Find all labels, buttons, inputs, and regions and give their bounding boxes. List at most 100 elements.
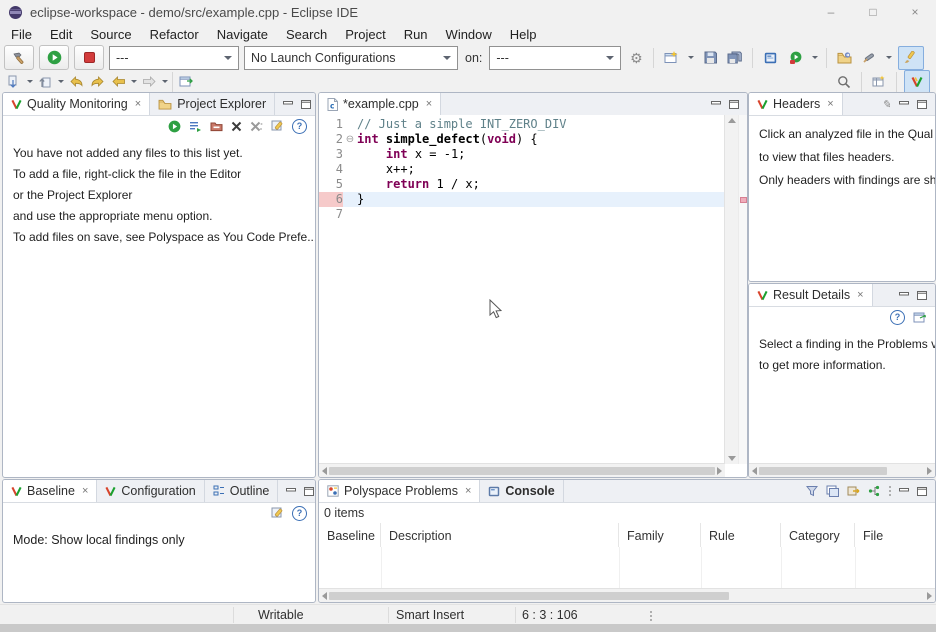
preferences-icon[interactable] xyxy=(271,507,284,519)
polyspace-perspective-button[interactable] xyxy=(904,70,930,94)
line-number[interactable]: 1 xyxy=(319,117,343,132)
code-editor[interactable]: 1// Just a simple INT_ZERO_DIV2⊖int simp… xyxy=(319,115,747,477)
window-close-button[interactable]: × xyxy=(894,0,936,24)
maximize-view-icon[interactable] xyxy=(729,100,739,109)
save-all-button[interactable] xyxy=(725,47,745,69)
editor-vertical-scrollbar[interactable] xyxy=(724,115,739,464)
tree-mode-icon[interactable] xyxy=(868,485,881,497)
pin-editor-button[interactable] xyxy=(176,71,196,93)
line-number[interactable]: 6 xyxy=(319,192,343,207)
scroll-up-icon[interactable] xyxy=(728,118,736,123)
scrollbar-thumb[interactable] xyxy=(759,467,887,475)
maximize-view-icon[interactable] xyxy=(304,487,314,496)
forward-button[interactable] xyxy=(139,71,159,93)
menu-window[interactable]: Window xyxy=(437,27,501,42)
launch-settings-button[interactable]: ⚙ xyxy=(626,47,646,69)
statusbar-menu-icon[interactable] xyxy=(650,611,652,621)
launch-tool-dropdown[interactable] xyxy=(884,47,893,69)
code-line[interactable]: 2⊖int simple_defect(void) { xyxy=(319,132,725,147)
maximize-view-icon[interactable] xyxy=(917,291,927,300)
menu-file[interactable]: File xyxy=(2,27,41,42)
line-number[interactable]: 2 xyxy=(319,132,343,147)
code-line[interactable]: 5 return 1 / x; xyxy=(319,177,725,192)
open-task-button[interactable] xyxy=(834,47,854,69)
scroll-right-icon[interactable] xyxy=(717,467,722,475)
prev-annotation-dropdown[interactable] xyxy=(56,71,65,93)
close-icon[interactable]: × xyxy=(82,485,88,497)
new-wizard-dropdown[interactable] xyxy=(686,47,695,69)
filter-icon[interactable] xyxy=(806,485,818,497)
column-description[interactable]: Description xyxy=(381,523,619,548)
next-annotation-dropdown[interactable] xyxy=(25,71,34,93)
column-rule[interactable]: Rule xyxy=(701,523,781,548)
help-icon[interactable]: ? xyxy=(292,119,307,134)
analysis-list-icon[interactable] xyxy=(189,120,202,132)
problems-table-body[interactable] xyxy=(319,547,935,589)
run-analysis-icon[interactable] xyxy=(168,120,181,133)
minimize-view-icon[interactable] xyxy=(283,100,293,109)
tab-quality-monitoring[interactable]: Quality Monitoring × xyxy=(3,93,150,115)
minimize-view-icon[interactable] xyxy=(899,291,909,300)
tab-example-cpp[interactable]: c *example.cpp × xyxy=(319,93,441,115)
close-icon[interactable]: × xyxy=(857,289,863,301)
minimize-view-icon[interactable] xyxy=(711,100,721,109)
launch-target-combo[interactable]: --- xyxy=(489,46,621,70)
tab-console[interactable]: Console xyxy=(480,480,563,502)
code-lines[interactable]: 1// Just a simple INT_ZERO_DIV2⊖int simp… xyxy=(319,115,725,464)
menu-search[interactable]: Search xyxy=(277,27,336,42)
launch-config-combo[interactable]: No Launch Configurations xyxy=(244,46,458,70)
stop-button[interactable] xyxy=(74,45,104,70)
column-family[interactable]: Family xyxy=(619,523,701,548)
scroll-right-icon[interactable] xyxy=(927,467,932,475)
code-line[interactable]: 4 x++; xyxy=(319,162,725,177)
help-icon[interactable]: ? xyxy=(292,506,307,521)
close-icon[interactable]: × xyxy=(426,98,432,110)
delete-icon[interactable] xyxy=(231,121,242,132)
menu-refactor[interactable]: Refactor xyxy=(141,27,208,42)
scroll-left-icon[interactable] xyxy=(322,592,327,600)
code-line[interactable]: 1// Just a simple INT_ZERO_DIV xyxy=(319,117,725,132)
scroll-left-icon[interactable] xyxy=(322,467,327,475)
scroll-right-icon[interactable] xyxy=(927,592,932,600)
export-icon[interactable] xyxy=(847,485,860,497)
polyspace-highlight-button[interactable] xyxy=(898,46,924,70)
back-button[interactable] xyxy=(108,71,128,93)
delete-all-icon[interactable] xyxy=(250,121,263,132)
tab-configuration[interactable]: Configuration xyxy=(97,480,204,502)
save-button[interactable] xyxy=(700,47,720,69)
column-baseline[interactable]: Baseline xyxy=(319,523,381,548)
console-view-button[interactable] xyxy=(760,47,780,69)
scrollbar-thumb[interactable] xyxy=(329,592,729,600)
problems-horizontal-scrollbar[interactable] xyxy=(319,588,935,602)
menu-edit[interactable]: Edit xyxy=(41,27,81,42)
help-icon[interactable]: ? xyxy=(890,310,905,325)
column-file[interactable]: File xyxy=(855,523,935,548)
line-number[interactable]: 4 xyxy=(319,162,343,177)
next-annotation-button[interactable] xyxy=(4,71,24,93)
launch-tool-button[interactable] xyxy=(859,47,879,69)
tab-result-details[interactable]: Result Details × xyxy=(749,284,873,306)
minimize-view-icon[interactable] xyxy=(899,100,909,109)
last-edit-forward-button[interactable] xyxy=(87,71,107,93)
column-category[interactable]: Category xyxy=(781,523,855,548)
menu-navigate[interactable]: Navigate xyxy=(208,27,277,42)
close-icon[interactable]: × xyxy=(135,98,141,110)
scroll-left-icon[interactable] xyxy=(752,467,757,475)
run-last-dropdown[interactable] xyxy=(810,47,819,69)
remove-file-icon[interactable] xyxy=(210,120,223,132)
new-wizard-button[interactable] xyxy=(661,47,681,69)
back-dropdown[interactable] xyxy=(129,71,138,93)
editor-horizontal-scrollbar[interactable] xyxy=(319,463,725,477)
maximize-view-icon[interactable] xyxy=(917,487,927,496)
tab-headers[interactable]: Headers × xyxy=(749,93,843,115)
build-button[interactable] xyxy=(4,45,34,70)
menu-project[interactable]: Project xyxy=(336,27,394,42)
tab-polyspace-problems[interactable]: Polyspace Problems × xyxy=(319,480,480,502)
line-number[interactable]: 5 xyxy=(319,177,343,192)
run-analysis-button[interactable] xyxy=(39,45,69,70)
line-number[interactable]: 3 xyxy=(319,147,343,162)
maximize-view-icon[interactable] xyxy=(301,100,311,109)
feather-icon[interactable]: ✎ xyxy=(882,98,891,111)
last-edit-back-button[interactable] xyxy=(66,71,86,93)
tab-baseline[interactable]: Baseline × xyxy=(3,480,97,502)
